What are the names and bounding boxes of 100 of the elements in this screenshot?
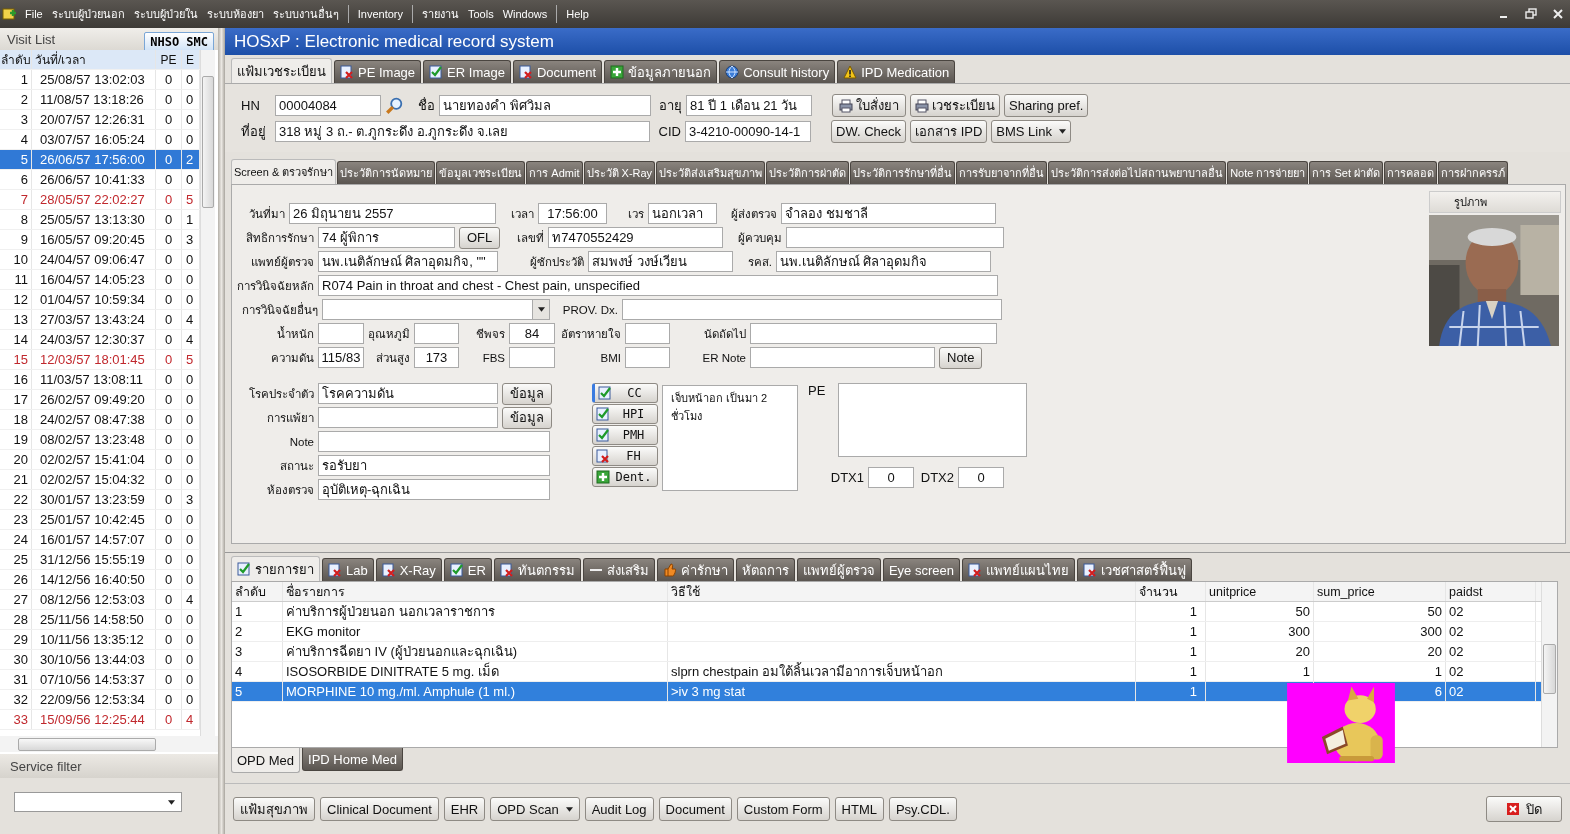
text-field[interactable]: R074 Pain in throat and chest - Chest pain, unspecified bbox=[318, 275, 998, 296]
text-field[interactable]: นพ.เนติลักษณ์ ศิลาอุดมกิจ, "" bbox=[318, 251, 498, 272]
tab[interactable]: ประวัติส่งเสริมสุขภาพ bbox=[656, 161, 766, 184]
text-field[interactable]: รอรับยา bbox=[318, 455, 550, 476]
text-field[interactable] bbox=[750, 347, 935, 368]
hn-field[interactable]: 00004084 bbox=[275, 95, 381, 116]
visit-row[interactable]: 2 11/08/57 13:18:26 0 0 bbox=[0, 90, 200, 110]
splitter[interactable] bbox=[218, 28, 225, 834]
pe-textarea[interactable] bbox=[838, 383, 1027, 457]
tab[interactable]: แพทย์ผู้ตรวจ bbox=[796, 558, 881, 581]
text-field[interactable] bbox=[786, 227, 1005, 248]
toolbar-button[interactable]: ใบสั่งยา bbox=[832, 94, 906, 117]
menu-item[interactable]: Windows bbox=[502, 8, 548, 20]
tab[interactable]: X-Ray bbox=[375, 558, 442, 581]
toolbar-button[interactable]: Sharing pref. bbox=[1004, 94, 1089, 117]
tab[interactable]: แพทย์แผนไทย bbox=[961, 558, 1075, 581]
visit-row[interactable]: 1 25/08/57 13:02:03 0 0 bbox=[0, 70, 200, 90]
text-field[interactable] bbox=[625, 323, 670, 344]
tab[interactable]: การ Admit bbox=[526, 161, 583, 184]
toolbar-button[interactable]: DW. Check bbox=[831, 120, 906, 143]
column-header[interactable]: unitprice bbox=[1206, 582, 1314, 601]
menu-item[interactable]: ระบบผู้ป่วยใน bbox=[133, 5, 198, 23]
text-field[interactable]: จำลอง ชมชาลี bbox=[781, 203, 996, 224]
tab[interactable]: OPD Med bbox=[231, 748, 301, 773]
tab[interactable]: เวชศาสตร์ฟื้นฟู bbox=[1076, 558, 1192, 581]
tab[interactable]: PE Image bbox=[334, 60, 422, 83]
tab[interactable]: Document bbox=[512, 60, 603, 83]
menu-item[interactable]: File bbox=[25, 8, 43, 20]
text-field[interactable] bbox=[625, 347, 670, 368]
visit-row[interactable]: 20 02/02/57 15:41:04 0 0 bbox=[0, 450, 200, 470]
text-field[interactable]: 74 ผู้พิการ bbox=[318, 227, 455, 248]
note-textarea[interactable]: เจ็บหน้าอก เป็นมา 2 ชั่วโมง bbox=[662, 385, 798, 491]
tab[interactable]: ข้อมูลภายนอก bbox=[604, 60, 718, 83]
visit-row[interactable]: 18 24/02/57 08:47:38 0 0 bbox=[0, 410, 200, 430]
column-header[interactable]: PE bbox=[156, 50, 182, 69]
menu-item[interactable]: ระบบห้องยา bbox=[206, 5, 264, 23]
tab[interactable]: ER bbox=[443, 558, 492, 581]
form-button[interactable]: Note bbox=[939, 346, 983, 369]
action-button[interactable]: HTML bbox=[834, 797, 884, 821]
action-button[interactable]: EHR bbox=[443, 797, 486, 821]
name-field[interactable]: นายทองคำ พิศวิมล bbox=[439, 95, 651, 116]
visit-row[interactable]: 28 25/11/56 14:58:50 0 0 bbox=[0, 610, 200, 630]
action-button[interactable]: Custom Form bbox=[736, 797, 830, 821]
table-row[interactable]: 5 MORPHINE 10 mg./ml. Amphule (1 ml.) >iv 3 mg stat 1 6 02 bbox=[232, 682, 1541, 702]
text-field[interactable] bbox=[318, 323, 364, 344]
tab[interactable]: Consult history bbox=[719, 60, 836, 83]
form-button[interactable]: ข้อมูล bbox=[502, 406, 552, 429]
visit-row[interactable]: 19 08/02/57 13:23:48 0 0 bbox=[0, 430, 200, 450]
tab[interactable]: แฟ้มเวชระเบียน bbox=[231, 58, 332, 83]
text-field[interactable]: 115/83 bbox=[318, 347, 364, 368]
tab[interactable]: IPD Home Med bbox=[302, 748, 403, 771]
visit-row[interactable]: 10 24/04/57 09:06:47 0 0 bbox=[0, 250, 200, 270]
text-field[interactable]: นพ.เนติลักษณ์ ศิลาอุดมกิจ bbox=[776, 251, 991, 272]
text-field[interactable]: นอกเวลา bbox=[648, 203, 717, 224]
column-header[interactable]: ลำดับ bbox=[232, 582, 283, 601]
visit-row[interactable]: 33 15/09/56 12:25:44 0 4 bbox=[0, 710, 200, 730]
column-header[interactable]: วันที่/เวลา bbox=[32, 50, 156, 69]
action-button[interactable]: แฟ้มสุขภาพ bbox=[233, 797, 315, 821]
age-field[interactable]: 81 ปี 1 เดือน 21 วัน bbox=[686, 95, 812, 116]
section-toggle[interactable]: HPI bbox=[592, 404, 658, 424]
column-header[interactable]: paidst bbox=[1446, 582, 1536, 601]
text-field[interactable] bbox=[318, 431, 550, 452]
menu-item[interactable]: ระบบผู้ป่วยนอก bbox=[51, 5, 125, 23]
visit-row[interactable]: 32 22/09/56 12:53:34 0 0 bbox=[0, 690, 200, 710]
tab[interactable]: ประวัติการนัดหมาย bbox=[337, 161, 436, 184]
search-icon[interactable] bbox=[385, 96, 403, 115]
text-field[interactable] bbox=[622, 299, 1002, 320]
text-field[interactable]: 17:56:00 bbox=[538, 203, 607, 224]
tab[interactable]: หัตถการ bbox=[735, 558, 795, 581]
app-icon[interactable] bbox=[2, 7, 16, 21]
text-field[interactable]: 173 bbox=[414, 347, 459, 368]
visit-row[interactable]: 6 26/06/57 10:41:33 0 0 bbox=[0, 170, 200, 190]
visit-row[interactable]: 31 07/10/56 14:53:37 0 0 bbox=[0, 670, 200, 690]
scrollbar[interactable] bbox=[200, 50, 215, 736]
table-row[interactable]: 3 ค่าบริการฉีดยา IV (ผู้ป่วยนอกและฉุกเฉิน) 1 20 20 02 bbox=[232, 642, 1541, 662]
form-button[interactable]: ข้อมูล bbox=[502, 382, 552, 405]
visit-row[interactable]: 30 30/10/56 13:44:03 0 0 bbox=[0, 650, 200, 670]
tab[interactable]: IPD Medication bbox=[837, 60, 956, 83]
text-field[interactable]: อุบัติเหตุ-ฉุกเฉิน bbox=[318, 479, 550, 500]
tab[interactable]: การรับยาจากที่อื่น bbox=[956, 161, 1048, 184]
visit-row[interactable]: 26 14/12/56 16:40:50 0 0 bbox=[0, 570, 200, 590]
action-button[interactable]: Audit Log bbox=[584, 797, 654, 821]
column-header[interactable]: ลำดับ bbox=[0, 50, 32, 69]
visit-row[interactable]: 21 02/02/57 15:04:32 0 0 bbox=[0, 470, 200, 490]
table-row[interactable]: 1 ค่าบริการผู้ป่วยนอก นอกเวลาราชการ 1 50 50 02 bbox=[232, 602, 1541, 622]
menu-item[interactable]: Inventory bbox=[357, 8, 403, 20]
tab[interactable]: การ Set ผ่าตัด bbox=[1309, 161, 1384, 184]
visit-row[interactable]: 14 24/03/57 12:30:37 0 4 bbox=[0, 330, 200, 350]
text-field[interactable]: 84 bbox=[509, 323, 555, 344]
tab[interactable]: ทันตกรรม bbox=[493, 558, 581, 581]
tab[interactable]: ER Image bbox=[423, 60, 511, 83]
menu-item[interactable]: Help bbox=[566, 8, 589, 20]
text-field[interactable]: 26 มิถุนายน 2557 bbox=[289, 203, 496, 224]
address-field[interactable]: 318 หมู่ 3 ถ.- ต.ภูกระดึง อ.ภูกระดึง จ.เลย bbox=[275, 121, 650, 142]
toolbar-button[interactable]: เวชระเบียน bbox=[910, 94, 1000, 117]
visit-row[interactable]: 5 26/06/57 17:56:00 0 2 bbox=[0, 150, 200, 170]
column-header[interactable]: จำนวน bbox=[1136, 582, 1206, 601]
column-header[interactable]: ชื่อรายการ bbox=[283, 582, 668, 601]
visit-row[interactable]: 3 20/07/57 12:26:31 0 0 bbox=[0, 110, 200, 130]
restore-icon[interactable] bbox=[1525, 8, 1537, 20]
